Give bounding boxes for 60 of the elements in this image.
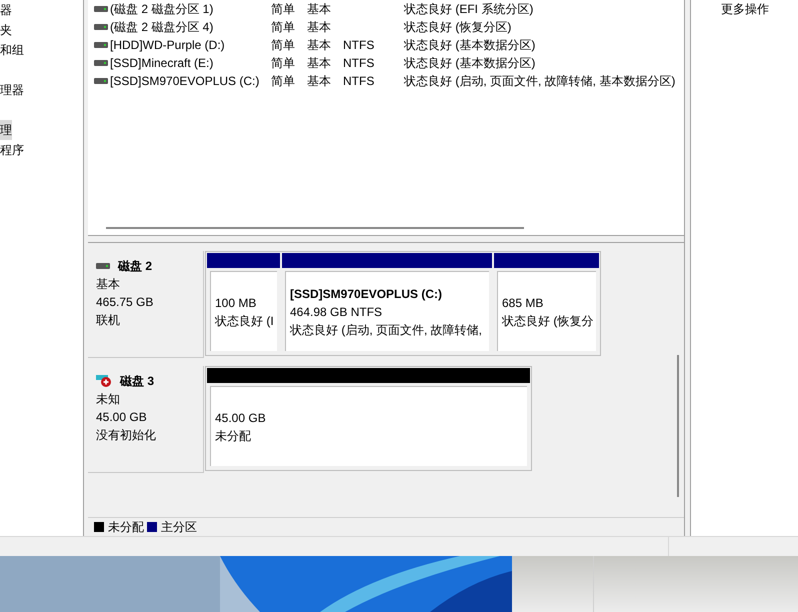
volume-name: [SSD]SM970EVOPLUS (C:): [110, 73, 260, 90]
partition-size: 464.98 GB NTFS: [290, 304, 384, 320]
disk-drive-icon: [96, 263, 110, 269]
partition-size: 685 MB: [502, 294, 544, 312]
volume-name: [SSD]Minecraft (E:): [110, 55, 214, 72]
file-system-cell: NTFS: [343, 38, 374, 52]
partition-status: 状态良好 (I: [215, 312, 273, 330]
layout-cell-text: 简单: [271, 73, 296, 90]
drive-icon: [94, 24, 108, 30]
drive-icon: [94, 6, 108, 12]
layout-cell-text: 简单: [271, 19, 296, 36]
type-cell-text: 基本: [307, 1, 332, 18]
partition-status: 状态良好 (恢复分: [502, 312, 592, 330]
vertical-scrollbar[interactable]: [677, 355, 679, 497]
layout-cell-text: 简单: [271, 37, 296, 54]
type-cell-text: 基本: [307, 55, 332, 72]
drive-icon: [94, 60, 108, 66]
sidebar-item[interactable]: 和组: [0, 40, 24, 60]
status-cell-text: 状态良好 (EFI 系统分区): [404, 1, 534, 18]
layout-cell-text: 简单: [271, 1, 296, 18]
disk-state: 没有初始化: [96, 427, 157, 444]
layout-cell-text: 简单: [271, 55, 296, 72]
partition-status: 未分配: [215, 428, 252, 444]
disk-error-icon: [96, 374, 112, 388]
partition-status: 状态良好 (启动, 页面文件, 故障转储,: [290, 322, 483, 338]
partition-size: 100 MB: [215, 294, 258, 312]
disk-info-panel[interactable]: 磁盘 3 未知 45.00 GB 没有初始化: [88, 366, 204, 473]
type-cell-text: 基本: [307, 37, 332, 54]
disk-name: 磁盘 2: [118, 258, 152, 275]
type-cell-text: 基本: [307, 19, 332, 36]
disk-info-panel[interactable]: 磁盘 2 基本 465.75 GB 联机: [88, 251, 204, 358]
disk-name: 磁盘 3: [120, 373, 154, 390]
horizontal-scrollbar[interactable]: [106, 227, 524, 229]
volume-name: [HDD]WD-Purple (D:): [110, 37, 225, 54]
sidebar-item[interactable]: 理器: [0, 80, 24, 100]
status-cell-text: 状态良好 (基本数据分区): [404, 37, 536, 54]
legend-label: 未分配: [108, 519, 144, 536]
disk-size: 45.00 GB: [96, 409, 148, 426]
disk-type: 未知: [96, 391, 121, 408]
status-cell-text: 状态良好 (恢复分区): [404, 19, 512, 36]
more-actions-link[interactable]: 更多操作: [721, 2, 769, 16]
sidebar-item[interactable]: 器: [0, 0, 12, 20]
disk-state: 联机: [96, 312, 121, 329]
drive-icon: [94, 42, 108, 48]
volume-name: (磁盘 2 磁盘分区 4): [110, 19, 214, 36]
file-system-cell: NTFS: [343, 74, 374, 88]
drive-icon: [94, 78, 108, 84]
sidebar-item[interactable]: 程序: [0, 140, 24, 160]
status-cell-text: 状态良好 (启动, 页面文件, 故障转储, 基本数据分区): [404, 73, 676, 90]
type-cell-text: 基本: [307, 73, 332, 90]
sidebar-item[interactable]: 夹: [0, 20, 12, 40]
disk-size: 465.75 GB: [96, 294, 154, 311]
disk-type: 基本: [96, 276, 121, 293]
legend-label: 主分区: [161, 519, 197, 536]
partition-title: [SSD]SM970EVOPLUS (C:): [290, 286, 444, 302]
sidebar-item[interactable]: 理: [0, 120, 12, 140]
file-system-cell: NTFS: [343, 56, 374, 70]
partition-size: 45.00 GB: [215, 410, 267, 426]
volume-name: (磁盘 2 磁盘分区 1): [110, 1, 214, 18]
status-cell-text: 状态良好 (基本数据分区): [404, 55, 536, 72]
